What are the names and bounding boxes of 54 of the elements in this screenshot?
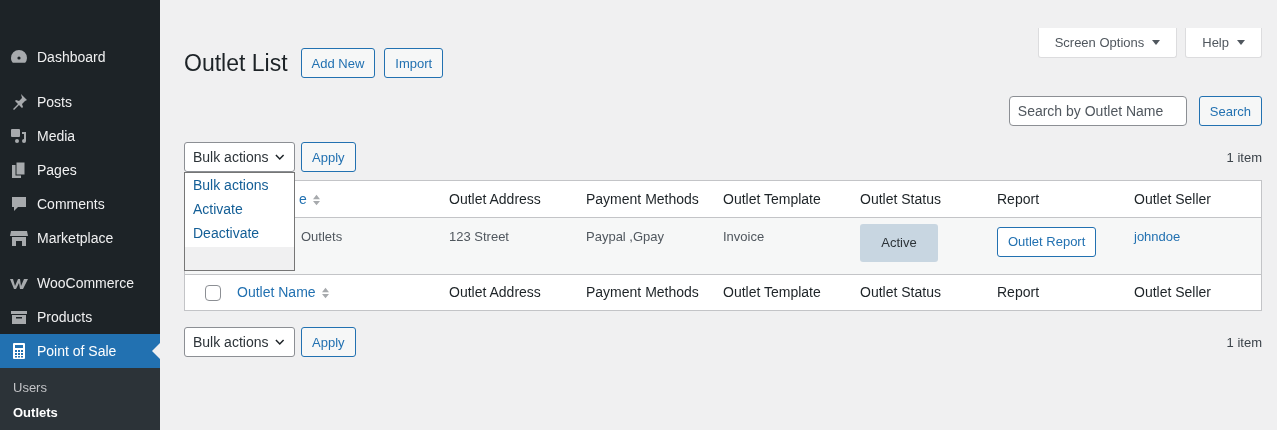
- page-title: Outlet List: [184, 49, 288, 77]
- dropdown-option[interactable]: Deactivate: [185, 221, 294, 245]
- speech-bubble-icon: [9, 194, 29, 214]
- column-header: Outlet Address: [449, 284, 541, 301]
- sidebar-item[interactable]: Point of Sale: [0, 334, 160, 368]
- column-header: Outlet Status: [860, 284, 941, 301]
- column-header: Outlet Address: [449, 190, 541, 207]
- submenu-item[interactable]: Users: [0, 375, 160, 400]
- column-header: Outlet Template: [723, 284, 821, 301]
- column-header: Report: [997, 190, 1040, 207]
- sidebar-item[interactable]: Dashboard: [0, 40, 160, 74]
- column-sort-link[interactable]: Outlet Name: [237, 284, 316, 301]
- sidebar-item[interactable]: Marketplace: [0, 221, 160, 255]
- item-count: 1 item: [1226, 149, 1262, 165]
- status-badge: Active: [860, 223, 938, 262]
- bulk-actions-dropdown[interactable]: Bulk actions: [184, 327, 295, 357]
- sidebar-item[interactable]: Media: [0, 119, 160, 153]
- table-cell: Outlets: [301, 228, 343, 244]
- table-cell: Invoice: [723, 228, 765, 244]
- sidebar-item[interactable]: Products: [0, 300, 160, 334]
- table-cell: Paypal ,Gpay: [586, 228, 665, 244]
- column-header: Outlet Template: [723, 190, 821, 207]
- search-field[interactable]: Search by Outlet Name: [1008, 96, 1187, 126]
- search-button[interactable]: Search: [1198, 96, 1262, 126]
- storefront-icon: [9, 228, 29, 248]
- column-sort-link[interactable]: e: [299, 190, 307, 207]
- outlet-report-button[interactable]: Outlet Report: [997, 226, 1097, 257]
- sidebar-item[interactable]: Pages: [0, 153, 160, 187]
- page-action-button[interactable]: Add New: [300, 48, 376, 78]
- submenu-item[interactable]: Outlets: [0, 400, 160, 425]
- checkbox[interactable]: [205, 284, 221, 301]
- item-count: 1 item: [1226, 334, 1262, 350]
- screen-options-button[interactable]: Screen Options: [1037, 28, 1178, 58]
- column-header: Payment Methods: [586, 284, 699, 301]
- sort-arrows-icon: [311, 192, 321, 207]
- column-header: Report: [997, 284, 1040, 301]
- apply-button[interactable]: Apply: [301, 327, 356, 357]
- column-header: Outlet Seller: [1134, 284, 1212, 301]
- sidebar-item[interactable]: Posts: [0, 85, 160, 119]
- dropdown-option[interactable]: Bulk actions: [185, 173, 294, 197]
- column-header: Outlet Seller: [1134, 190, 1212, 207]
- help-button[interactable]: Help: [1185, 28, 1262, 58]
- column-header: Payment Methods: [586, 190, 699, 207]
- sidebar-item[interactable]: Comments: [0, 187, 160, 221]
- bulk-actions-dropdown[interactable]: Bulk actions: [184, 142, 295, 172]
- dropdown-option[interactable]: Activate: [185, 197, 294, 221]
- media-icon: [9, 126, 29, 146]
- sort-arrows-icon: [320, 286, 330, 301]
- column-header: Outlet Status: [860, 190, 941, 207]
- seller-link[interactable]: johndoe: [1134, 228, 1181, 244]
- table-cell: 123 Street: [449, 228, 509, 244]
- page-action-button[interactable]: Import: [384, 48, 444, 78]
- apply-button[interactable]: Apply: [301, 142, 356, 172]
- sidebar-item[interactable]: WooCommerce: [0, 266, 160, 300]
